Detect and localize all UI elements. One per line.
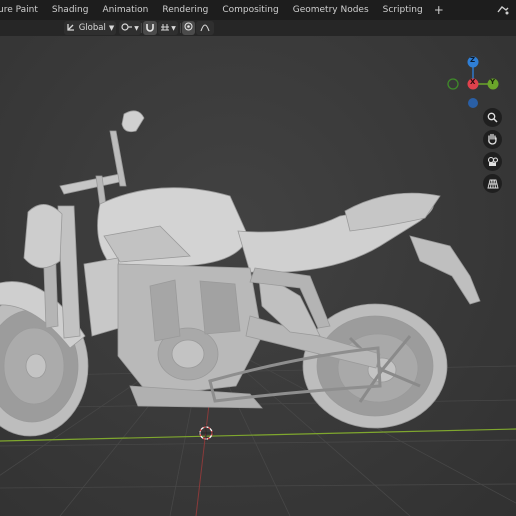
projection-toggle-button[interactable] — [483, 174, 502, 193]
snap-increment-icon — [160, 22, 170, 35]
3d-cursor — [198, 425, 214, 441]
transform-orientation-value: Global — [78, 23, 106, 33]
hand-icon — [487, 130, 498, 149]
add-workspace-button[interactable]: + — [430, 3, 448, 17]
navigation-gizmo[interactable]: Z X Y — [445, 54, 505, 112]
orientation-icon — [66, 22, 76, 35]
chevron-down-icon: ▼ — [134, 24, 139, 32]
camera-icon — [487, 152, 499, 171]
tab-rendering[interactable]: Rendering — [155, 0, 215, 20]
scene-selector-icon[interactable] — [496, 4, 510, 16]
pivot-point-dropdown[interactable]: ▼ — [119, 21, 141, 35]
tab-scripting[interactable]: Scripting — [376, 0, 430, 20]
proportional-edit-icon — [184, 22, 193, 34]
tab-texture-paint[interactable]: ure Paint — [0, 0, 45, 20]
viewport-header: Global ▼ ▼ ▼ — [0, 20, 516, 36]
viewport-scene — [0, 110, 516, 516]
magnifier-icon — [487, 108, 498, 127]
tab-compositing[interactable]: Compositing — [215, 0, 285, 20]
proportional-editing-toggle[interactable] — [182, 21, 195, 35]
snap-target-dropdown[interactable]: ▼ — [158, 21, 178, 35]
transform-orientation-dropdown[interactable]: Global ▼ — [64, 21, 116, 35]
tab-shading[interactable]: Shading — [45, 0, 96, 20]
gizmo-y-label: Y — [490, 78, 496, 86]
pan-button[interactable] — [483, 130, 502, 149]
y-axis-line — [195, 395, 211, 516]
grid-perspective-icon — [486, 174, 499, 193]
camera-view-button[interactable] — [483, 152, 502, 171]
chevron-down-icon: ▼ — [171, 24, 176, 32]
zoom-button[interactable] — [483, 108, 502, 127]
header-separator — [141, 23, 142, 33]
header-separator — [180, 23, 181, 33]
falloff-curve-icon — [200, 22, 210, 35]
motorcycle-model — [0, 110, 481, 437]
pivot-icon — [121, 22, 133, 35]
3d-viewport[interactable]: Z X Y — [0, 36, 516, 516]
proportional-falloff-dropdown[interactable] — [196, 21, 214, 35]
snap-toggle[interactable] — [143, 21, 157, 35]
x-axis-line — [0, 428, 516, 442]
workspace-tab-bar: ure Paint Shading Animation Rendering Co… — [0, 0, 516, 20]
tab-animation[interactable]: Animation — [95, 0, 155, 20]
tab-geometry-nodes[interactable]: Geometry Nodes — [286, 0, 376, 20]
gizmo-x-label: X — [470, 78, 476, 86]
magnet-icon — [145, 22, 155, 35]
gizmo-z-label: Z — [470, 56, 476, 64]
chevron-down-icon: ▼ — [108, 24, 115, 32]
